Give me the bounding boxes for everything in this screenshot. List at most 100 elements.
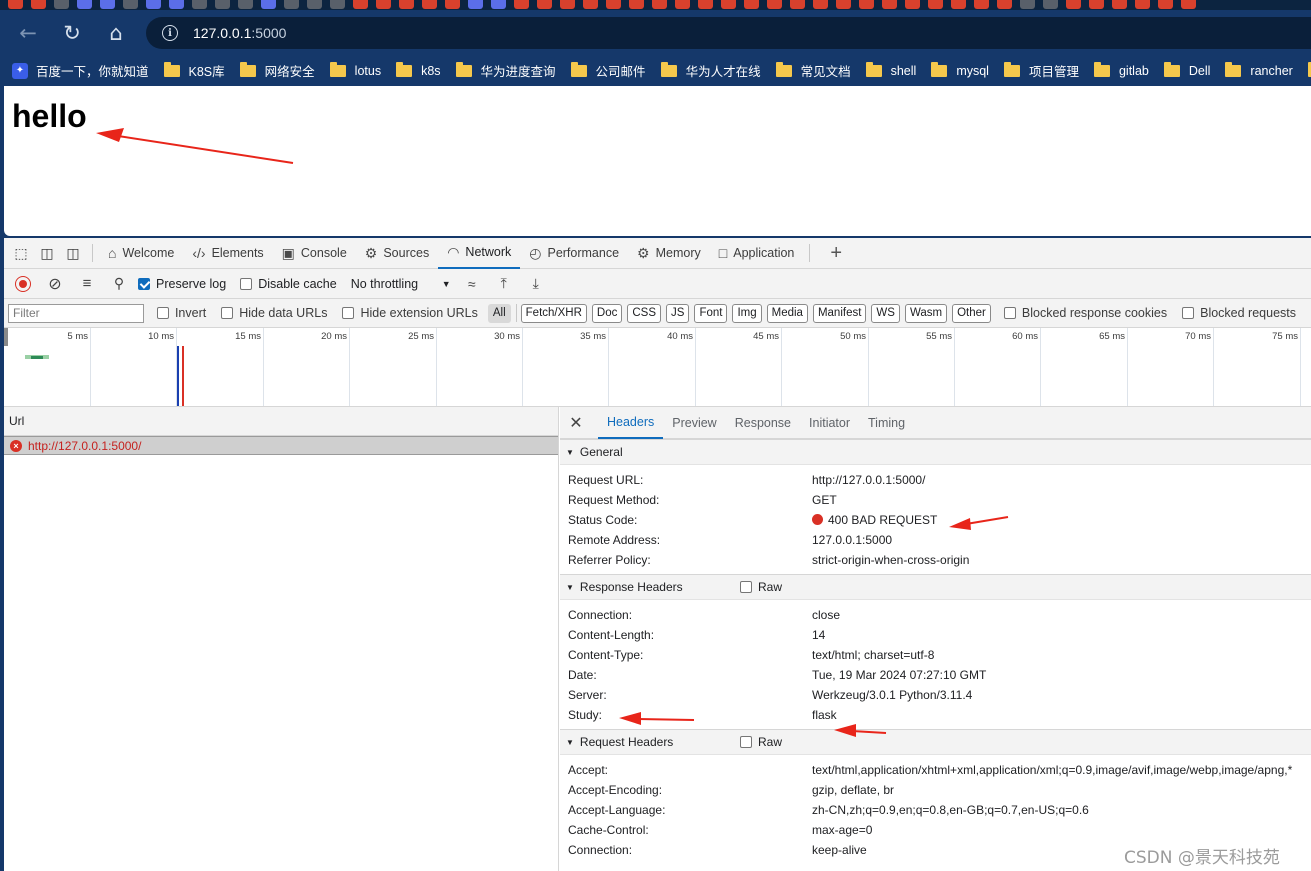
back-icon[interactable]: ←: [6, 15, 50, 51]
tab-favicon[interactable]: [353, 0, 368, 9]
bookmark-item[interactable]: 项目管理: [1003, 61, 1079, 80]
tab-favicon[interactable]: [882, 0, 897, 9]
detail-tab-preview[interactable]: Preview: [663, 407, 725, 439]
filter-chip-doc[interactable]: Doc: [591, 303, 623, 323]
filter-chip-wasm[interactable]: Wasm: [904, 303, 948, 323]
bookmark-item[interactable]: k8s: [396, 61, 441, 78]
response-headers-section-header[interactable]: ▼ Response Headers Raw: [560, 574, 1311, 600]
detail-tab-initiator[interactable]: Initiator: [800, 407, 859, 439]
tab-favicon[interactable]: [1020, 0, 1035, 9]
filter-chip-all[interactable]: All: [487, 303, 511, 323]
tab-favicon[interactable]: [123, 0, 138, 9]
filter-input[interactable]: Filter: [8, 303, 144, 323]
home-icon[interactable]: ⌂: [94, 15, 138, 51]
throttling-select[interactable]: No throttling ▼: [351, 277, 451, 291]
device-toolbar-icon[interactable]: ◫: [34, 238, 60, 269]
detail-tab-headers[interactable]: Headers: [598, 407, 664, 439]
tab-favicon[interactable]: [905, 0, 920, 9]
general-section-header[interactable]: ▼ General: [560, 439, 1311, 465]
filter-chip-js[interactable]: JS: [666, 303, 690, 323]
tab-favicon[interactable]: [238, 0, 253, 9]
reload-icon[interactable]: ↻: [50, 15, 94, 51]
bookmark-item[interactable]: K8S库: [163, 61, 225, 80]
tab-favicon[interactable]: [77, 0, 92, 9]
request-raw-toggle[interactable]: Raw: [740, 735, 782, 749]
tab-favicon[interactable]: [1089, 0, 1104, 9]
more-tools-plus-icon[interactable]: +: [830, 242, 842, 265]
tab-console[interactable]: ▣ Console: [273, 238, 356, 269]
response-raw-toggle[interactable]: Raw: [740, 580, 782, 594]
tab-favicon[interactable]: [767, 0, 782, 9]
tab-favicon[interactable]: [675, 0, 690, 9]
checkbox[interactable]: [156, 307, 169, 319]
bookmark-item[interactable]: 华为人才在线: [660, 61, 761, 80]
detail-tab-response[interactable]: Response: [726, 407, 800, 439]
tab-favicon[interactable]: [54, 0, 69, 9]
checkbox[interactable]: [740, 736, 752, 748]
preserve-log-checkbox[interactable]: Preserve log: [138, 277, 226, 291]
bookmark-item[interactable]: rancher: [1225, 61, 1293, 78]
tab-favicon[interactable]: [1135, 0, 1150, 9]
tab-application[interactable]: □ Application: [710, 238, 804, 269]
filter-chip-manifest[interactable]: Manifest: [812, 303, 867, 323]
checkbox-checked[interactable]: [138, 277, 150, 290]
tab-memory[interactable]: ⚙ Memory: [628, 238, 710, 269]
hide-data-urls-checkbox[interactable]: Hide data URLs: [221, 306, 327, 320]
clear-button[interactable]: ⊘: [42, 272, 68, 296]
checkbox[interactable]: [1182, 307, 1195, 319]
tab-favicon[interactable]: [192, 0, 207, 9]
tab-favicon[interactable]: [790, 0, 805, 9]
tab-favicon[interactable]: [146, 0, 161, 9]
tab-favicon[interactable]: [836, 0, 851, 9]
tab-favicon[interactable]: [1158, 0, 1173, 9]
tab-favicon[interactable]: [560, 0, 575, 9]
tab-favicon[interactable]: [859, 0, 874, 9]
checkbox[interactable]: [221, 307, 234, 319]
close-icon[interactable]: ✕: [568, 413, 584, 433]
request-list-header[interactable]: Url: [4, 407, 558, 436]
export-har-icon[interactable]: ⤓: [523, 272, 549, 296]
tab-favicon[interactable]: [606, 0, 621, 9]
checkbox[interactable]: [740, 581, 752, 593]
tab-favicon[interactable]: [514, 0, 529, 9]
inspect-element-icon[interactable]: ⬚: [8, 238, 34, 269]
table-row[interactable]: × http://127.0.0.1:5000/: [4, 436, 558, 455]
tab-favicon[interactable]: [468, 0, 483, 9]
tab-favicon[interactable]: [376, 0, 391, 9]
tab-favicon[interactable]: [721, 0, 736, 9]
filter-chip-media[interactable]: Media: [766, 303, 808, 323]
tab-favicon[interactable]: [974, 0, 989, 9]
tab-favicon[interactable]: [491, 0, 506, 9]
tab-favicon[interactable]: [537, 0, 552, 9]
tab-favicon[interactable]: [698, 0, 713, 9]
bookmark-item[interactable]: lotus: [329, 61, 381, 78]
blocked-response-cookies-checkbox[interactable]: Blocked response cookies: [1003, 306, 1167, 320]
bookmark-item[interactable]: shell: [865, 61, 916, 78]
tab-welcome[interactable]: ⌂ Welcome: [99, 238, 183, 269]
hide-extension-urls-checkbox[interactable]: Hide extension URLs: [342, 306, 478, 320]
checkbox[interactable]: [1003, 307, 1016, 319]
url-input[interactable]: i 127.0.0.1:5000: [146, 17, 1311, 49]
bookmark-item[interactable]: 网络安全: [239, 61, 315, 80]
tab-favicon[interactable]: [744, 0, 759, 9]
tab-favicon[interactable]: [445, 0, 460, 9]
filter-chip-img[interactable]: Img: [732, 303, 762, 323]
tab-favicon[interactable]: [652, 0, 667, 9]
import-har-icon[interactable]: ⤒: [491, 272, 517, 296]
tab-elements[interactable]: ‹/› Elements: [183, 238, 272, 269]
filter-chip-css[interactable]: CSS: [627, 303, 662, 323]
tab-favicon[interactable]: [284, 0, 299, 9]
tab-sources[interactable]: ⚙ Sources: [356, 238, 438, 269]
tab-favicon[interactable]: [997, 0, 1012, 9]
tab-favicon[interactable]: [1043, 0, 1058, 9]
checkbox[interactable]: [342, 307, 355, 319]
tab-favicon[interactable]: [307, 0, 322, 9]
checkbox[interactable]: [240, 277, 253, 290]
bookmark-item[interactable]: gitlab: [1093, 61, 1149, 78]
tab-favicon[interactable]: [399, 0, 414, 9]
tab-favicon[interactable]: [330, 0, 345, 9]
network-conditions-icon[interactable]: ≈: [459, 272, 485, 296]
detail-tab-timing[interactable]: Timing: [859, 407, 914, 439]
tab-favicon[interactable]: [1066, 0, 1081, 9]
tab-favicon[interactable]: [1112, 0, 1127, 9]
